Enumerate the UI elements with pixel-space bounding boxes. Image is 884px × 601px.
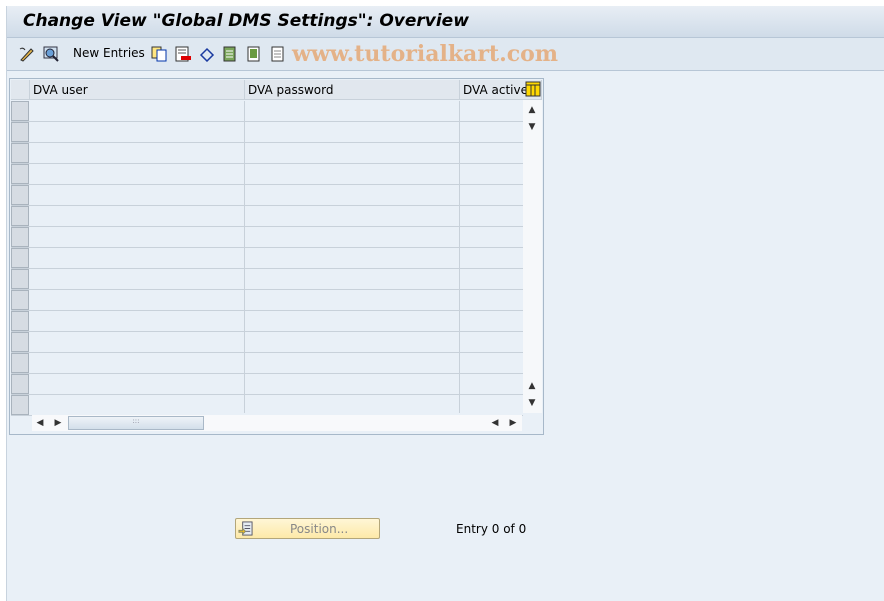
row-selector[interactable] bbox=[11, 332, 29, 352]
scroll-right-button[interactable]: ▶ bbox=[50, 415, 66, 431]
table-row[interactable] bbox=[11, 332, 523, 353]
row-selector[interactable] bbox=[11, 164, 29, 184]
column-header-dva-password[interactable]: DVA password bbox=[245, 80, 460, 100]
row-selector[interactable] bbox=[11, 374, 29, 394]
position-icon bbox=[238, 521, 253, 536]
column-scroll-right-button[interactable]: ▶ bbox=[505, 415, 521, 431]
scroll-page-up-button[interactable]: ▲ bbox=[524, 378, 540, 394]
column-header-dva-user[interactable]: DVA user bbox=[30, 80, 245, 100]
row-selector[interactable] bbox=[11, 248, 29, 268]
undo-icon[interactable] bbox=[199, 46, 215, 62]
deselect-all-icon[interactable] bbox=[271, 46, 287, 62]
table-row[interactable] bbox=[11, 374, 523, 395]
position-button[interactable]: Position... bbox=[235, 518, 380, 539]
row-selector[interactable] bbox=[11, 269, 29, 289]
row-selector[interactable] bbox=[11, 311, 29, 331]
row-selector[interactable] bbox=[11, 101, 29, 121]
table-settings-icon[interactable] bbox=[525, 81, 541, 97]
table-row[interactable] bbox=[11, 353, 523, 374]
row-selector[interactable] bbox=[11, 206, 29, 226]
table-row[interactable] bbox=[11, 227, 523, 248]
copy-icon[interactable] bbox=[151, 46, 167, 62]
entry-count: Entry 0 of 0 bbox=[456, 522, 527, 536]
display-change-icon[interactable] bbox=[19, 46, 35, 62]
watermark: www.tutorialkart.com bbox=[292, 41, 559, 67]
vertical-scrollbar[interactable]: ▲ ▼ ▲ ▼ bbox=[523, 100, 542, 413]
row-selector[interactable] bbox=[11, 290, 29, 310]
table-row[interactable] bbox=[11, 143, 523, 164]
table-row[interactable] bbox=[11, 248, 523, 269]
horizontal-scrollbar[interactable]: ◀ ▶ ::: ◀ ▶ bbox=[32, 415, 522, 431]
table-row[interactable] bbox=[11, 185, 523, 206]
table-row[interactable] bbox=[11, 311, 523, 332]
scroll-up-button[interactable]: ▲ bbox=[524, 102, 540, 118]
table-row[interactable] bbox=[11, 269, 523, 290]
table-row[interactable] bbox=[11, 395, 523, 416]
page-title: Change View "Global DMS Settings": Overv… bbox=[23, 11, 469, 31]
delete-icon[interactable] bbox=[175, 46, 191, 62]
row-selector[interactable] bbox=[11, 122, 29, 142]
scroll-page-down-button[interactable]: ▼ bbox=[524, 395, 540, 411]
row-selector[interactable] bbox=[11, 185, 29, 205]
select-all-icon[interactable] bbox=[223, 46, 239, 62]
scroll-down-button[interactable]: ▼ bbox=[524, 119, 540, 135]
row-selector[interactable] bbox=[11, 395, 29, 415]
table-row[interactable] bbox=[11, 101, 523, 122]
table-row[interactable] bbox=[11, 122, 523, 143]
table-row[interactable] bbox=[11, 164, 523, 185]
title-bar: Change View "Global DMS Settings": Overv… bbox=[7, 6, 884, 38]
table-row[interactable] bbox=[11, 206, 523, 227]
horizontal-scroll-thumb[interactable]: ::: bbox=[68, 416, 204, 430]
main-window: Change View "Global DMS Settings": Overv… bbox=[6, 6, 884, 601]
row-selector[interactable] bbox=[11, 143, 29, 163]
position-button-label: Position... bbox=[290, 522, 349, 536]
column-scroll-left-button[interactable]: ◀ bbox=[487, 415, 503, 431]
new-entries-button[interactable]: New Entries bbox=[73, 46, 145, 60]
table-row[interactable] bbox=[11, 290, 523, 311]
entries-table: DVA user DVA password DVA active ▲ ▼ ▲ ▼… bbox=[9, 78, 544, 435]
application-toolbar: New Entries www.tutorialkart.com bbox=[7, 38, 884, 71]
scroll-left-button[interactable]: ◀ bbox=[32, 415, 48, 431]
select-all-rows-header[interactable] bbox=[11, 80, 30, 100]
row-selector[interactable] bbox=[11, 227, 29, 247]
row-selector[interactable] bbox=[11, 353, 29, 373]
find-icon[interactable] bbox=[43, 46, 59, 62]
select-block-icon[interactable] bbox=[247, 46, 263, 62]
